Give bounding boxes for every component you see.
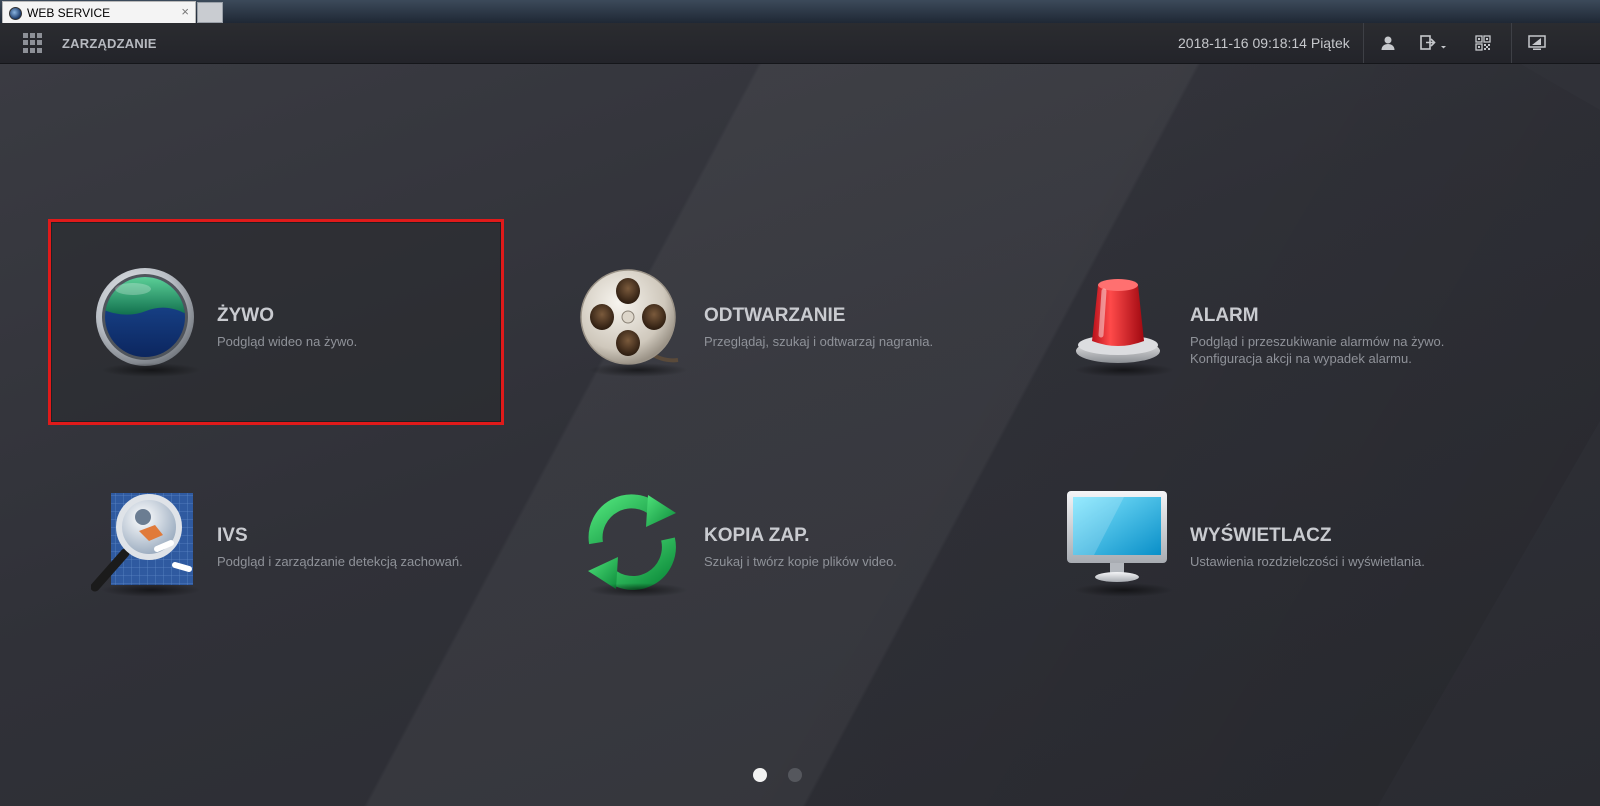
- tile-description-line: Podgląd i przeszukiwanie alarmów na żywo…: [1190, 334, 1445, 349]
- tile-alarm[interactable]: ALARM Podgląd i przeszukiwanie alarmów n…: [1024, 222, 1474, 422]
- globe-icon: [9, 7, 22, 20]
- close-icon[interactable]: ×: [181, 4, 189, 19]
- tile-ivs[interactable]: IVS Podgląd i zarządzanie detekcją zacho…: [51, 442, 501, 642]
- tile-title: WYŚWIETLACZ: [1190, 525, 1332, 546]
- tile-backup[interactable]: KOPIA ZAP. Szukaj i twórz kopie plików v…: [538, 442, 988, 642]
- browser-tab[interactable]: WEB SERVICE ×: [2, 1, 196, 23]
- tile-title: ALARM: [1190, 305, 1259, 326]
- pagination: [753, 768, 802, 782]
- magnifier-icon: [90, 493, 193, 592]
- tile-description: Szukaj i twórz kopie plików video.: [704, 554, 897, 569]
- tile-live[interactable]: ŻYWO Podgląd wideo na żywo.: [48, 219, 504, 425]
- logout-icon[interactable]: [1418, 33, 1448, 53]
- datetime-display: 2018-11-16 09:18:14 Piątek: [1178, 35, 1350, 51]
- main-menu: ŻYWO Podgląd wideo na żywo. ODTWARZANIE: [0, 64, 1600, 806]
- tile-display[interactable]: WYŚWIETLACZ Ustawienia rozdzielczości i …: [1024, 442, 1474, 642]
- tile-description: Ustawienia rozdzielczości i wyświetlania…: [1190, 554, 1425, 569]
- tile-description: Przeglądaj, szukaj i odtwarzaj nagrania.: [704, 334, 934, 349]
- browser-tab-title: WEB SERVICE: [27, 6, 111, 20]
- grid-icon[interactable]: [23, 33, 43, 53]
- tile-title: IVS: [217, 525, 248, 546]
- new-tab-button[interactable]: [197, 2, 223, 23]
- tile-title: ODTWARZANIE: [704, 305, 846, 326]
- divider: [1363, 23, 1364, 63]
- tile-description-line: Konfiguracja akcji na wypadek alarmu.: [1190, 351, 1412, 366]
- page-dot-1[interactable]: [753, 768, 767, 782]
- app-header: ZARZĄDZANIE 2018-11-16 09:18:14 Piątek: [0, 23, 1600, 64]
- display-icon[interactable]: [1527, 33, 1547, 53]
- monitor-icon: [1067, 491, 1167, 582]
- user-icon[interactable]: [1378, 33, 1398, 53]
- browser-tab-bar: WEB SERVICE ×: [0, 0, 1600, 23]
- divider: [1511, 23, 1512, 63]
- tile-description: Podgląd i przeszukiwanie alarmów na żywo…: [1190, 333, 1480, 367]
- page-dot-2[interactable]: [788, 768, 802, 782]
- tile-title: ŻYWO: [217, 305, 274, 326]
- refresh-arrows-icon: [588, 494, 676, 590]
- alarm-siren-icon: [1076, 279, 1160, 363]
- film-reel-icon: [580, 269, 679, 365]
- tile-description: Podgląd i zarządzanie detekcją zachowań.: [217, 554, 463, 569]
- tile-description: Podgląd wideo na żywo.: [217, 334, 358, 349]
- page-title: ZARZĄDZANIE: [62, 36, 157, 51]
- qr-code-icon[interactable]: [1473, 33, 1493, 53]
- tile-title: KOPIA ZAP.: [704, 525, 810, 546]
- live-lens-icon: [96, 268, 194, 366]
- tile-playback[interactable]: ODTWARZANIE Przeglądaj, szukaj i odtwarz…: [538, 222, 988, 422]
